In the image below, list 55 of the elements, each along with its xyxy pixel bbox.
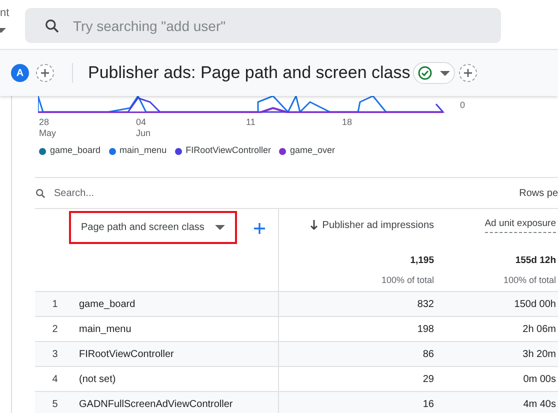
column-header[interactable]: Publisher ad impressions — [322, 218, 434, 232]
search-field[interactable]: Try searching "add user" — [25, 8, 501, 43]
table-cell-text: FIRootViewController — [79, 348, 174, 362]
legend-label: main_menu — [120, 144, 167, 158]
table-cell-text: game_board — [79, 298, 136, 312]
axis-label: 0 — [460, 99, 466, 112]
total-value: 155d 12h — [515, 254, 556, 268]
table-cell-text: 150d 00h — [513, 298, 556, 312]
row-index: 2 — [51, 322, 59, 336]
add-icon[interactable] — [254, 223, 265, 234]
property-label: nt — [0, 8, 10, 19]
legend-label: game_board — [50, 144, 101, 158]
row-index: 3 — [51, 348, 59, 362]
total-share: 100% of total — [381, 274, 434, 288]
dimension-dropdown[interactable]: Page path and screen class — [69, 211, 237, 244]
table-cell-text: 4m 40s — [522, 398, 556, 412]
table-cell-text: GADNFullScreenAdViewController — [79, 398, 233, 412]
legend-label: game_over — [290, 144, 335, 158]
plus-icon — [40, 68, 50, 78]
caret-icon — [215, 225, 225, 230]
caret-icon — [440, 70, 450, 76]
report-title: Publisher ads: Page path and screen class — [88, 62, 410, 84]
table-cell-text: 198 — [416, 322, 434, 336]
row-index: 4 — [51, 372, 59, 386]
search-input[interactable]: Search... — [54, 186, 254, 200]
legend-label: FIRootViewController — [186, 144, 271, 158]
status-dropdown[interactable] — [413, 62, 456, 84]
table-cell-text: 832 — [416, 298, 434, 312]
total-value: 1,195 — [410, 254, 434, 268]
search-icon — [44, 18, 60, 34]
table-cell-text: main_menu — [79, 322, 132, 336]
avatar[interactable]: A — [11, 64, 29, 82]
axis-label: May — [39, 128, 56, 139]
column-header[interactable]: Ad unit exposure — [484, 217, 556, 233]
axis-label: 04 — [136, 117, 148, 128]
axis-label: Jun — [136, 128, 151, 139]
table-cell-text: 16 — [422, 398, 434, 412]
rows-per-page-label: Rows pe — [519, 186, 558, 200]
total-share: 100% of total — [503, 274, 556, 288]
add-button[interactable] — [459, 64, 478, 82]
table-cell-text: 29 — [422, 372, 434, 386]
row-index: 5 — [51, 398, 59, 412]
check-circle-icon — [418, 66, 432, 80]
table-cell-text: 0m 00s — [522, 372, 556, 386]
axis-label: 18 — [342, 117, 352, 128]
search-icon — [35, 188, 46, 198]
plus-icon — [463, 68, 474, 78]
axis-label: 28 — [39, 117, 50, 128]
row-index: 1 — [51, 298, 59, 312]
table-cell-text: 2h 06m — [522, 322, 556, 336]
table-cell-text: 86 — [422, 348, 434, 362]
axis-label: 11 — [246, 117, 256, 128]
table-cell-text: (not set) — [79, 372, 116, 386]
add-button[interactable] — [36, 64, 54, 82]
table-cell-text: 3h 20m — [522, 348, 556, 362]
